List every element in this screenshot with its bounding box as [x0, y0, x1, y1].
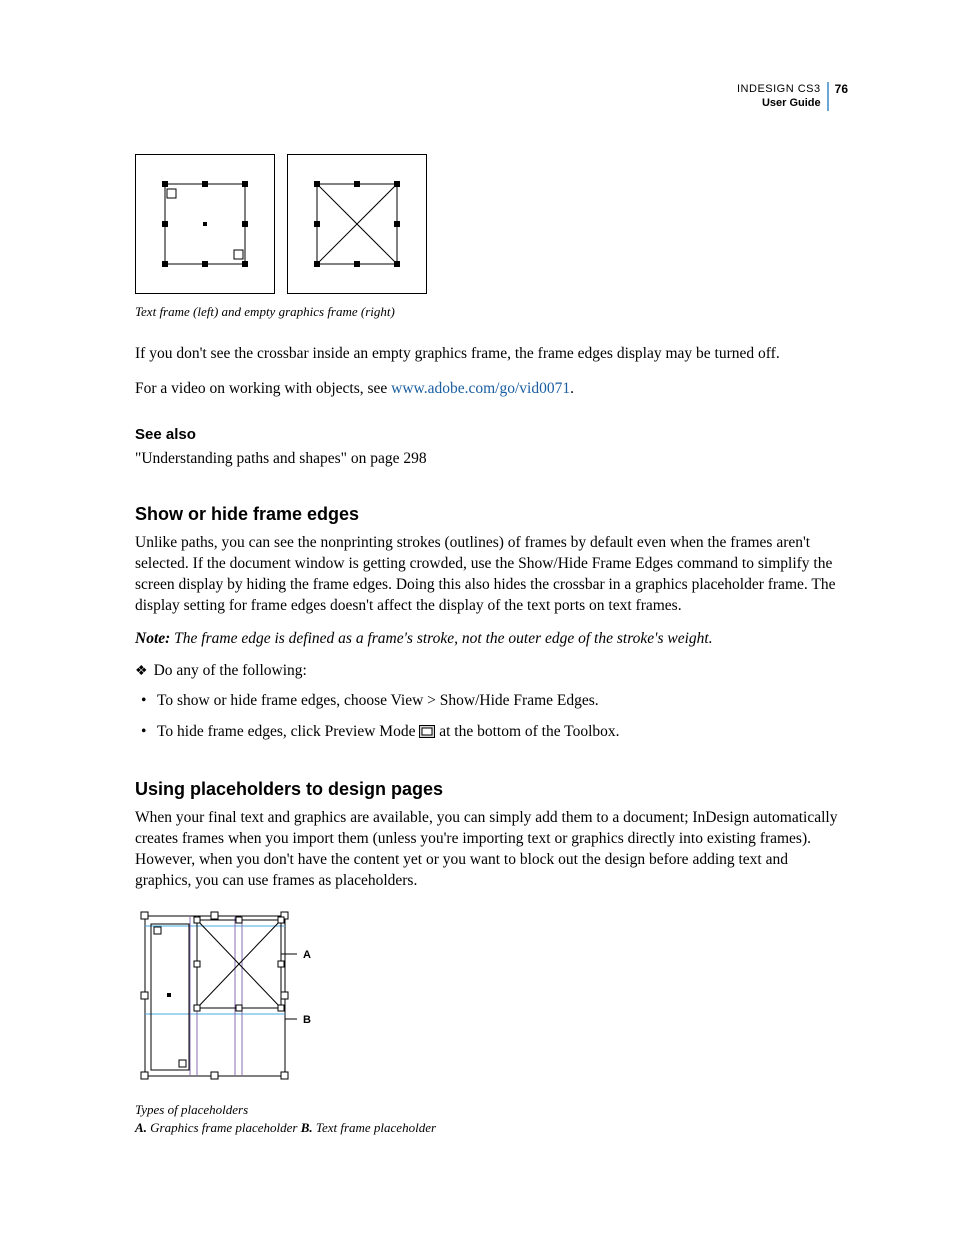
video-text-post: .: [570, 380, 574, 397]
figure-placeholders: A B: [135, 906, 848, 1091]
preview-mode-icon: [419, 723, 435, 745]
section-show-hide-body: Unlike paths, you can see the nonprintin…: [135, 533, 848, 617]
paragraph-crossbar: If you don't see the crossbar inside an …: [135, 344, 848, 365]
see-also-heading: See also: [135, 426, 848, 443]
callout-a-label: A: [303, 949, 311, 961]
callout-b-label: B: [303, 1014, 311, 1026]
callout-b-text: Text frame placeholder: [313, 1120, 436, 1135]
callout-a-text: Graphics frame placeholder: [147, 1120, 301, 1135]
page-number: 76: [827, 82, 848, 111]
diamond-bullet-icon: ❖: [135, 664, 154, 679]
page-header: INDESIGN CS3 User Guide 76: [737, 82, 848, 111]
bullet-preview-mode: To hide frame edges, click Preview Mode …: [141, 721, 848, 745]
section-show-hide-heading: Show or hide frame edges: [135, 504, 848, 525]
section-placeholders-body: When your final text and graphics are av…: [135, 808, 848, 892]
section-placeholders-heading: Using placeholders to design pages: [135, 779, 848, 800]
product-name: INDESIGN CS3: [737, 82, 821, 96]
do-any-text: Do any of the following:: [154, 662, 307, 679]
video-text-pre: For a video on working with objects, see: [135, 380, 391, 397]
callout-a-key: A.: [135, 1120, 147, 1135]
figure2-title: Types of placeholders: [135, 1101, 848, 1119]
callout-b-key: B.: [301, 1120, 313, 1135]
bullet2-pre: To hide frame edges, click Preview Mode: [157, 723, 419, 740]
graphics-frame-illustration: [287, 154, 427, 294]
figure1-caption: Text frame (left) and empty graphics fra…: [135, 304, 848, 320]
note-text: The frame edge is defined as a frame's s…: [170, 630, 712, 647]
bullet-list: To show or hide frame edges, choose View…: [135, 690, 848, 745]
figure-frames: [135, 154, 848, 294]
see-also-ref: "Understanding paths and shapes" on page…: [135, 449, 848, 470]
bullet2-post: at the bottom of the Toolbox.: [435, 723, 619, 740]
do-any-line: ❖Do any of the following:: [135, 662, 848, 680]
paragraph-video: For a video on working with objects, see…: [135, 379, 848, 400]
figure2-caption: Types of placeholders A. Graphics frame …: [135, 1101, 848, 1137]
note-label: Note:: [135, 630, 170, 647]
guide-label: User Guide: [737, 96, 821, 110]
bullet-show-hide: To show or hide frame edges, choose View…: [141, 690, 848, 712]
note: Note: The frame edge is defined as a fra…: [135, 630, 848, 648]
text-frame-illustration: [135, 154, 275, 294]
video-link[interactable]: www.adobe.com/go/vid0071: [391, 380, 570, 397]
